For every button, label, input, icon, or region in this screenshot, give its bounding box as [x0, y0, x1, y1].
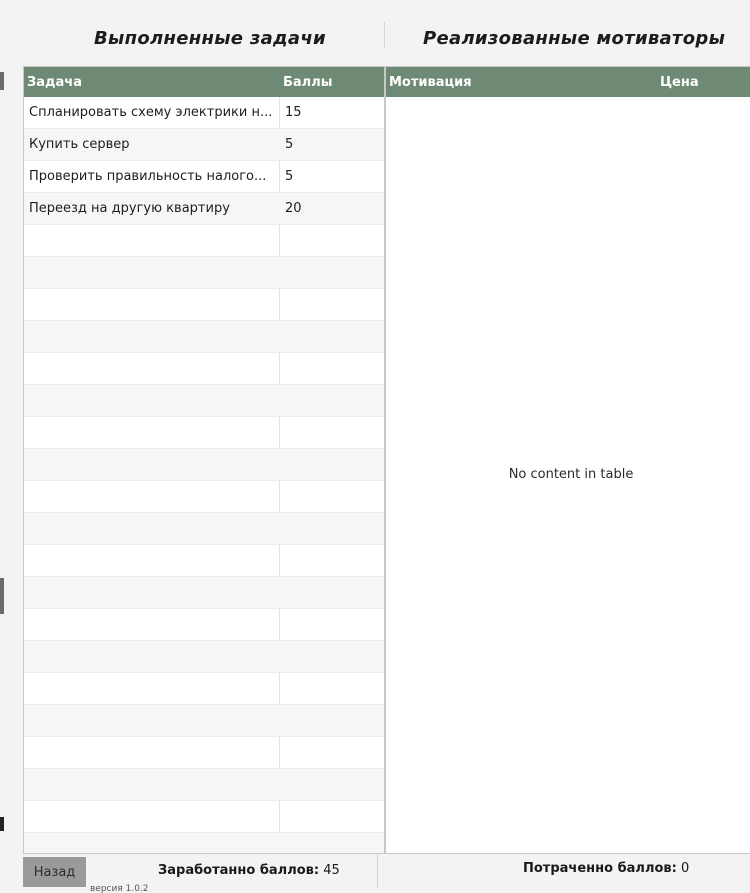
table-body: Спланировать схему электрики н... 15 Куп…	[24, 97, 384, 853]
table-row[interactable]: Проверить правильность налого... 5	[24, 161, 384, 193]
empty-row	[24, 257, 384, 289]
task-name-cell: Спланировать схему электрики н...	[29, 105, 273, 120]
table-header: Задача Баллы	[24, 67, 384, 97]
edge-fragment	[0, 578, 4, 614]
heading-divider	[384, 22, 385, 48]
empty-row	[24, 481, 384, 513]
task-points-cell: 15	[285, 105, 302, 120]
empty-row	[24, 609, 384, 641]
task-points-cell: 5	[285, 169, 294, 184]
empty-row	[24, 353, 384, 385]
table-row[interactable]: Купить сервер 5	[24, 129, 384, 161]
empty-row	[24, 513, 384, 545]
empty-row	[24, 545, 384, 577]
empty-row	[24, 385, 384, 417]
column-header-points[interactable]: Баллы	[283, 75, 332, 90]
earned-points: Заработанно баллов: 45	[158, 863, 340, 878]
spent-points-label: Потраченно баллов:	[523, 861, 677, 876]
used-motivators-heading: Реализованные мотиваторы	[423, 28, 726, 49]
table-header: Мотивация Цена	[386, 67, 750, 97]
empty-row	[24, 801, 384, 833]
spent-points: Потраченно баллов: 0	[523, 861, 689, 876]
task-points-cell: 20	[285, 201, 302, 216]
task-name-cell: Переезд на другую квартиру	[29, 201, 230, 216]
table-row[interactable]: Переезд на другую квартиру 20	[24, 193, 384, 225]
empty-row	[24, 769, 384, 801]
empty-row	[24, 641, 384, 673]
empty-table-placeholder: No content in table	[508, 467, 634, 482]
empty-row	[24, 737, 384, 769]
completed-tasks-heading: Выполненные задачи	[94, 28, 326, 49]
used-motivators-table[interactable]: Мотивация Цена No content in table	[385, 66, 750, 854]
edge-fragment	[0, 72, 4, 90]
spent-points-value: 0	[680, 861, 690, 876]
empty-row	[24, 417, 384, 449]
empty-row	[24, 673, 384, 705]
task-points-cell: 5	[285, 137, 294, 152]
empty-row	[24, 321, 384, 353]
column-header-motivation[interactable]: Мотивация	[389, 75, 472, 90]
footer-divider	[377, 854, 378, 888]
footer-bar: Назад Заработанно баллов: 45 Потраченно …	[8, 854, 750, 893]
empty-row	[24, 225, 384, 257]
empty-row	[24, 833, 384, 853]
earned-points-label: Заработанно баллов:	[158, 863, 320, 878]
table-row[interactable]: Спланировать схему электрики н... 15	[24, 97, 384, 129]
empty-row	[24, 289, 384, 321]
edge-fragment	[0, 817, 4, 831]
completed-tasks-table[interactable]: Задача Баллы Спланировать схему электрик…	[23, 66, 385, 854]
back-button[interactable]: Назад	[23, 857, 86, 887]
column-header-task[interactable]: Задача	[27, 75, 82, 90]
task-name-cell: Проверить правильность налого...	[29, 169, 267, 184]
completed-window: Выполненные задачи Реализованные мотиват…	[8, 0, 750, 893]
column-header-price[interactable]: Цена	[660, 75, 699, 90]
empty-row	[24, 449, 384, 481]
version-label: версия 1.0.2	[90, 884, 149, 893]
empty-row	[24, 577, 384, 609]
task-name-cell: Купить сервер	[29, 137, 130, 152]
empty-row	[24, 705, 384, 737]
earned-points-value: 45	[323, 863, 340, 878]
